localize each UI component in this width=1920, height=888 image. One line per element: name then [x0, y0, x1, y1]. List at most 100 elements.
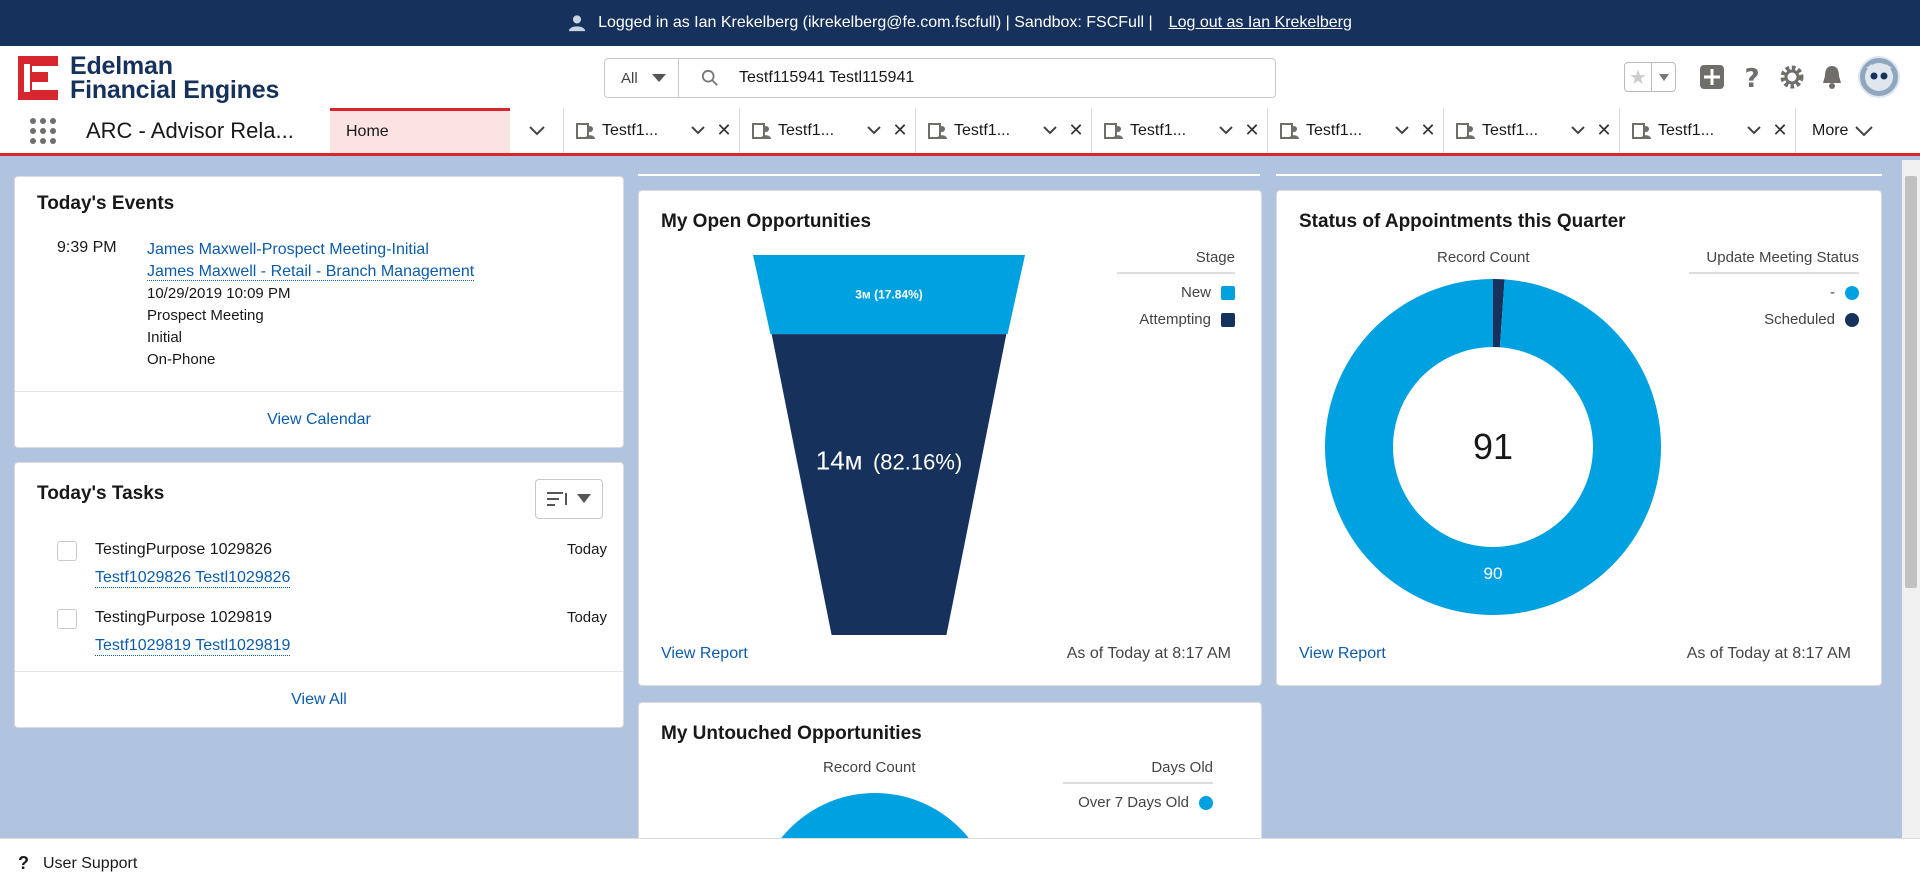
task-date: Today: [566, 609, 607, 626]
event-stage: Initial: [147, 329, 183, 346]
todays-tasks-card: Today's Tasks TestingPurpose 1029826 Tod…: [14, 462, 624, 728]
chevron-down-icon[interactable]: [1212, 126, 1240, 135]
workspace-tab-label: Testf1...: [1130, 121, 1187, 139]
view-all-link[interactable]: View All: [15, 671, 623, 727]
view-calendar-link[interactable]: View Calendar: [15, 391, 623, 447]
donut-chart: 91 90: [1325, 279, 1661, 615]
chevron-down-icon[interactable]: [860, 126, 888, 135]
legend-item[interactable]: Scheduled: [1689, 311, 1859, 328]
contact-icon: [1104, 122, 1123, 139]
avatar[interactable]: [1858, 56, 1900, 98]
task-related-link[interactable]: Testf1029819 Testl1029819: [95, 637, 291, 656]
legend-title: Stage: [1117, 249, 1235, 274]
funnel-label-attempting: 14м (82.16%): [816, 446, 963, 476]
help-icon: ?: [1744, 64, 1759, 91]
scrollbar-thumb[interactable]: [1905, 176, 1917, 588]
workspace-tab-label: Testf1...: [1482, 121, 1539, 139]
funnel-label-attempting-value: 14м: [816, 446, 863, 476]
task-checkbox[interactable]: [57, 541, 77, 561]
workspace-tab[interactable]: Testf1... ✕: [916, 108, 1092, 153]
chevron-down-icon[interactable]: [1740, 126, 1768, 135]
chevron-down-icon: [577, 494, 591, 503]
divider: [638, 174, 1260, 176]
task-related-link[interactable]: Testf1029826 Testl1029826: [95, 569, 291, 588]
page-scrollbar[interactable]: [1902, 160, 1920, 840]
chevron-down-icon[interactable]: [684, 126, 712, 135]
setup-button[interactable]: [1778, 63, 1806, 91]
favorites-button[interactable]: ★: [1624, 62, 1676, 92]
chevron-down-icon[interactable]: [1564, 126, 1592, 135]
favorites-dropdown[interactable]: [1651, 63, 1675, 91]
task-checkbox[interactable]: [57, 609, 77, 629]
legend-item[interactable]: Attempting: [1117, 311, 1235, 328]
close-tab-icon[interactable]: ✕: [1592, 120, 1616, 141]
view-report-link[interactable]: View Report: [661, 645, 748, 663]
user-support-button[interactable]: User Support: [43, 855, 137, 873]
workspace-tab[interactable]: Testf1... ✕: [1092, 108, 1268, 153]
axis-label: Record Count: [823, 759, 916, 776]
sort-icon: [547, 492, 567, 506]
chevron-down-icon[interactable]: [1036, 126, 1064, 135]
chart-legend: Days Old Over 7 Days Old: [1063, 759, 1213, 811]
funnel-segment-attempting[interactable]: [771, 334, 1007, 635]
search-input[interactable]: [739, 69, 1239, 87]
search-scope-dropdown[interactable]: All: [605, 59, 679, 97]
home-tab-dropdown[interactable]: [510, 108, 564, 153]
view-report-link[interactable]: View Report: [1299, 645, 1386, 663]
close-tab-icon[interactable]: ✕: [1240, 120, 1264, 141]
utility-bar: ? User Support: [0, 838, 1920, 888]
workspace-tab[interactable]: Testf1... ✕: [740, 108, 916, 153]
open-opportunities-card: My Open Opportunities 3м (17.84%) 14м (8…: [638, 190, 1262, 686]
workspace-tab-label: Testf1...: [954, 121, 1011, 139]
task-date: Today: [566, 541, 607, 558]
header-utilities: ★ ?: [1624, 56, 1900, 98]
logo-mark-icon: [18, 56, 58, 100]
logout-link[interactable]: Log out as Ian Krekelberg: [1169, 14, 1352, 32]
divider: [1276, 174, 1882, 176]
more-tabs-button[interactable]: More: [1796, 108, 1874, 153]
refresh-timestamp: As of Today at 8:17 AM: [1686, 645, 1851, 662]
chevron-down-icon: [1658, 73, 1669, 81]
legend-item[interactable]: New: [1117, 284, 1235, 301]
event-details: James Maxwell-Prospect Meeting-Initial J…: [147, 239, 475, 371]
app-launcher-button[interactable]: [0, 108, 86, 153]
search-scope-label: All: [621, 69, 638, 87]
event-related-link[interactable]: James Maxwell - Retail - Branch Manageme…: [147, 263, 475, 281]
tab-home[interactable]: Home: [330, 108, 510, 153]
event-subject-link[interactable]: James Maxwell-Prospect Meeting-Initial: [147, 241, 429, 258]
todays-events-card: Today's Events 9:39 PM James Maxwell-Pro…: [14, 176, 624, 448]
help-button[interactable]: ?: [1738, 63, 1766, 91]
donut-total: 91: [1473, 426, 1513, 467]
legend-item[interactable]: -: [1689, 284, 1859, 301]
workspace-tab[interactable]: Testf1... ✕: [1444, 108, 1620, 153]
app-name: ARC - Advisor Rela...: [86, 117, 294, 143]
logo[interactable]: Edelman Financial Engines: [18, 54, 279, 103]
app-launcher-icon: [30, 117, 56, 144]
funnel-label-new: 3м (17.84%): [855, 288, 923, 302]
close-tab-icon[interactable]: ✕: [1064, 120, 1088, 141]
card-title: My Open Opportunities: [661, 211, 872, 232]
add-icon: [1700, 65, 1724, 89]
chevron-down-icon[interactable]: [1388, 126, 1416, 135]
contact-icon: [1632, 122, 1651, 139]
search-field: [679, 59, 1275, 97]
workspace-tab[interactable]: Testf1... ✕: [1268, 108, 1444, 153]
task-name: TestingPurpose 1029826: [95, 541, 273, 558]
axis-label: Record Count: [1437, 249, 1530, 266]
close-tab-icon[interactable]: ✕: [1416, 120, 1440, 141]
legend-title: Days Old: [1063, 759, 1213, 784]
user-icon: [568, 15, 586, 32]
svg-text:?: ?: [1744, 64, 1759, 91]
legend-item[interactable]: Over 7 Days Old: [1063, 794, 1213, 811]
close-tab-icon[interactable]: ✕: [888, 120, 912, 141]
close-tab-icon[interactable]: ✕: [1768, 120, 1792, 141]
notifications-button[interactable]: [1818, 63, 1846, 91]
workspace-tab-label: Testf1...: [602, 121, 659, 139]
close-tab-icon[interactable]: ✕: [712, 120, 736, 141]
task-filter-button[interactable]: [535, 479, 603, 519]
global-actions-button[interactable]: [1698, 63, 1726, 91]
chart-legend: Update Meeting Status - Scheduled: [1689, 249, 1859, 328]
workspace-tab[interactable]: Testf1... ✕: [564, 108, 740, 153]
workspace-tab[interactable]: Testf1... ✕: [1620, 108, 1796, 153]
donut-slice-label: 90: [1484, 564, 1503, 583]
